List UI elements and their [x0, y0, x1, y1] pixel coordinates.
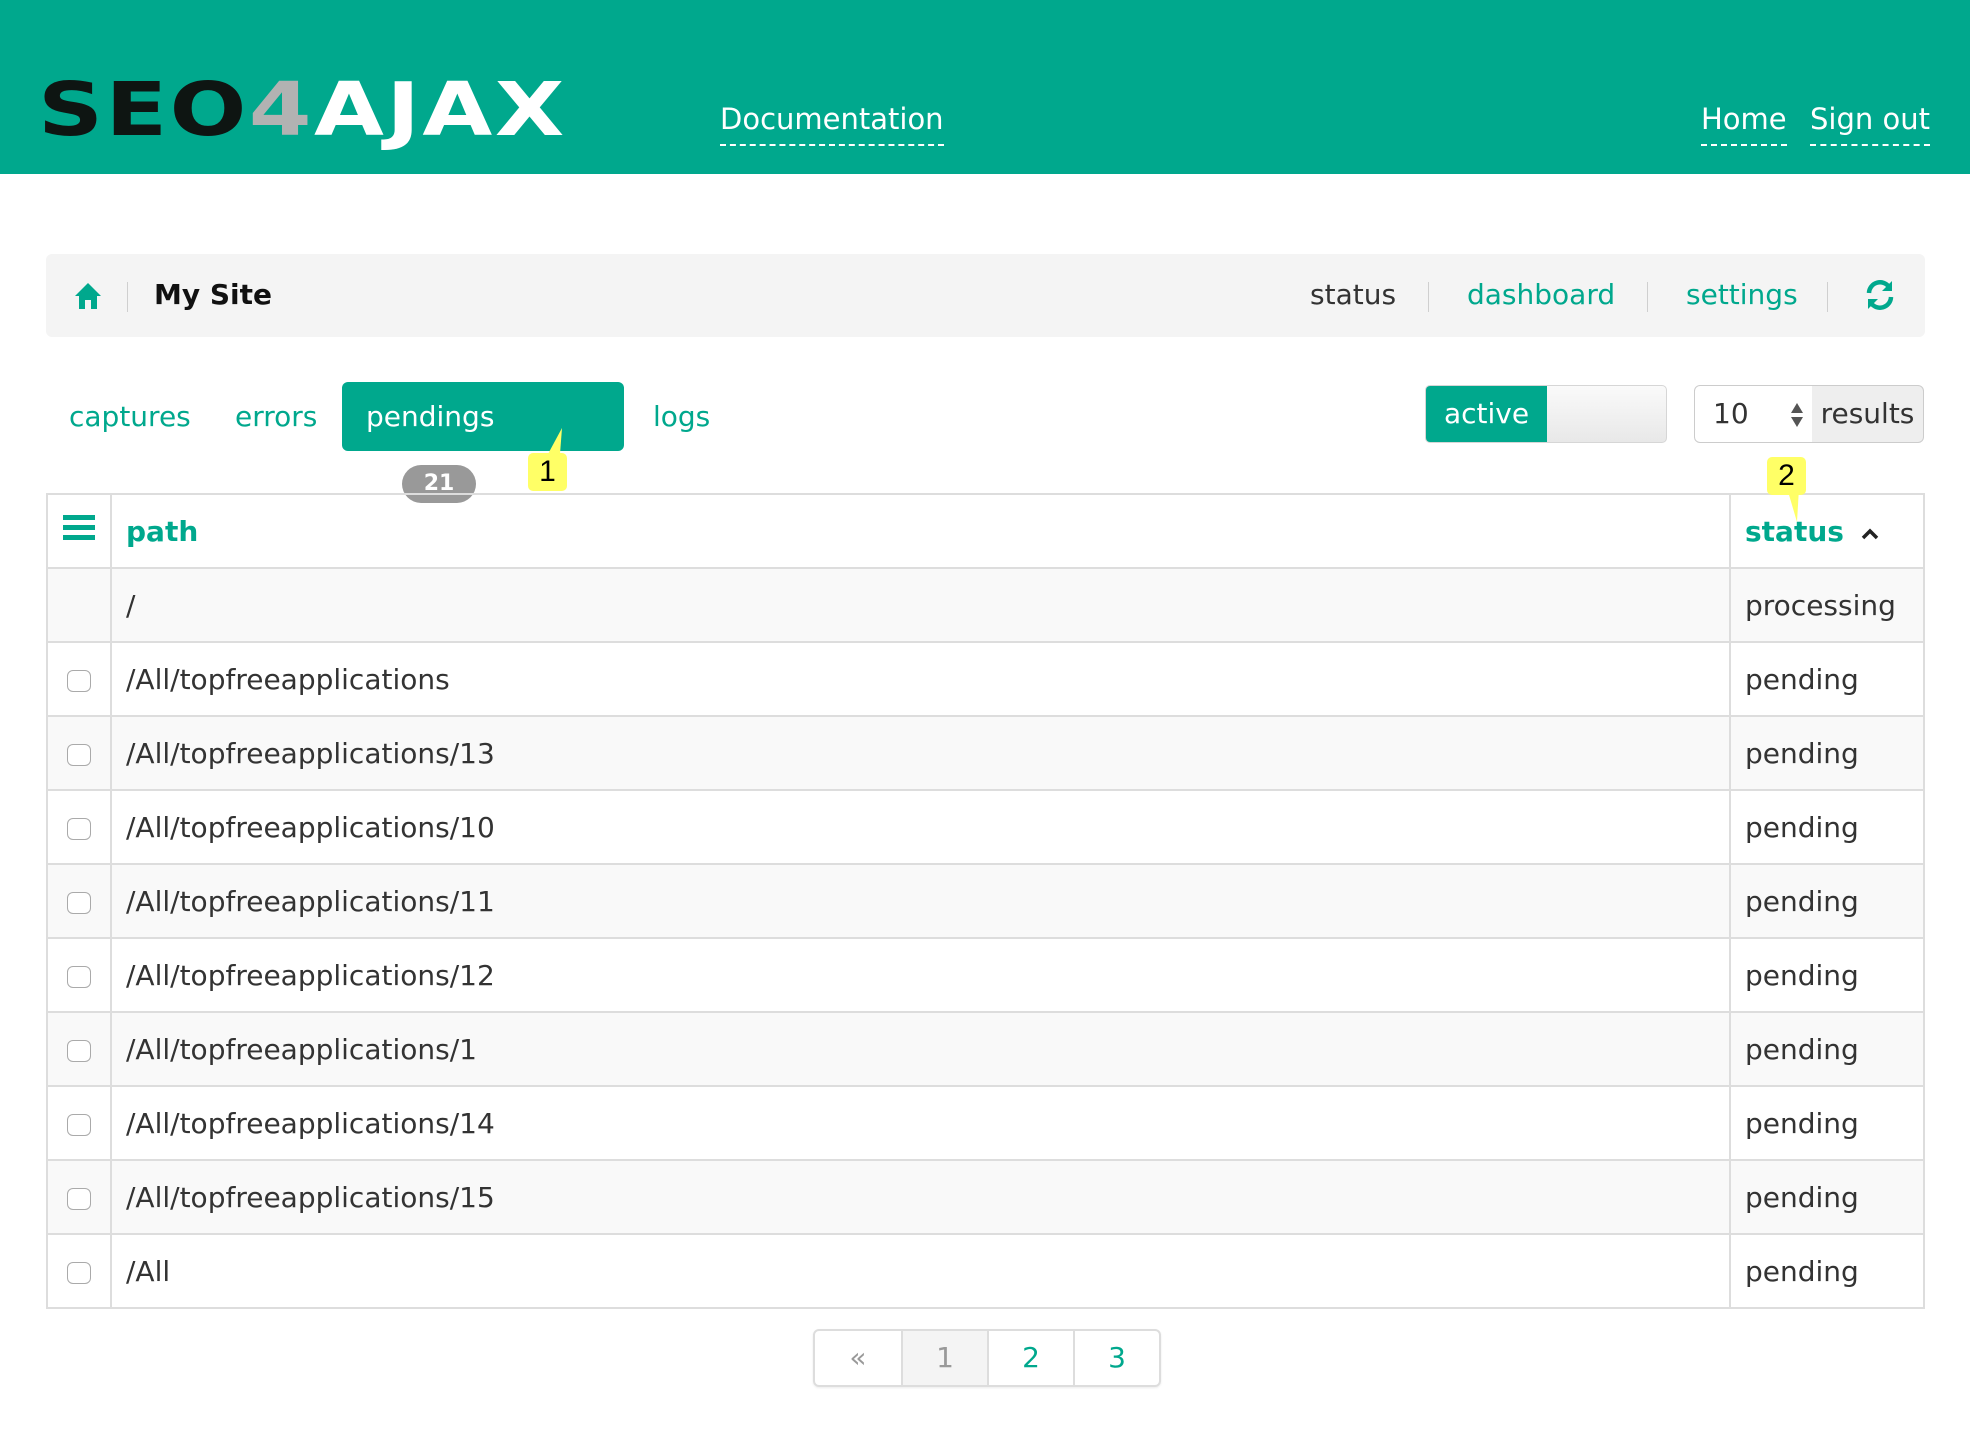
spinner-arrows-icon[interactable] [1790, 402, 1804, 428]
logo-ajax: AJAX [314, 67, 567, 153]
row-checkbox[interactable] [67, 891, 91, 914]
table-row: /All/topfreeapplications/14 pending [46, 1085, 1925, 1161]
callout-2: 2 [1767, 457, 1806, 495]
nav-status[interactable]: status [1310, 276, 1396, 314]
table-row: /All/topfreeapplications/12 pending [46, 937, 1925, 1013]
pagination: « 1 2 3 [813, 1329, 1161, 1387]
chevron-up-icon [1861, 528, 1878, 539]
row-checkbox[interactable] [67, 965, 91, 988]
table-header-row: path status [46, 493, 1925, 569]
nav-settings[interactable]: settings [1686, 276, 1798, 314]
results-per-page-input[interactable]: 10 [1694, 385, 1813, 443]
table-row: / processing [46, 567, 1925, 643]
row-select-cell [46, 641, 112, 717]
results-label: results [1812, 385, 1924, 443]
menu-column-header[interactable] [46, 493, 112, 569]
table-row: /All/topfreeapplications/11 pending [46, 863, 1925, 939]
path-cell: / [110, 567, 1731, 643]
table-row: /All/topfreeapplications/10 pending [46, 789, 1925, 865]
table-row: /All/topfreeapplications/1 pending [46, 1011, 1925, 1087]
breadcrumb: My Site status dashboard settings [46, 254, 1925, 337]
status-cell: pending [1729, 789, 1925, 865]
row-checkbox[interactable] [67, 1039, 91, 1062]
home-link[interactable]: Home [1701, 102, 1787, 146]
logo-seo: SEO [38, 67, 249, 153]
site-name: My Site [154, 278, 273, 311]
path-cell: /All/topfreeapplications/15 [110, 1159, 1731, 1235]
pendings-table: path status / processing/All/topfreeappli… [46, 493, 1925, 1309]
path-cell: /All/topfreeapplications/10 [110, 789, 1731, 865]
status-cell: pending [1729, 1159, 1925, 1235]
row-select-cell [46, 1233, 112, 1309]
row-checkbox[interactable] [67, 1187, 91, 1210]
row-select-cell [46, 1159, 112, 1235]
row-select-cell [46, 715, 112, 791]
table-row: /All/topfreeapplications/13 pending [46, 715, 1925, 791]
pagination-prev[interactable]: « [815, 1331, 901, 1385]
sign-out-link[interactable]: Sign out [1810, 102, 1930, 146]
status-cell: pending [1729, 1085, 1925, 1161]
active-toggle-label: active [1426, 386, 1547, 442]
path-cell: /All/topfreeapplications/1 [110, 1011, 1731, 1087]
path-cell: /All/topfreeapplications/11 [110, 863, 1731, 939]
top-header: SEO 4 AJAX Documentation Home Sign out [0, 0, 1970, 174]
path-column-header[interactable]: path [110, 493, 1731, 569]
pagination-page-2[interactable]: 2 [987, 1331, 1073, 1385]
separator [1647, 282, 1648, 312]
row-select-cell [46, 1011, 112, 1087]
home-icon[interactable] [74, 282, 102, 320]
menu-icon[interactable] [63, 513, 95, 543]
status-cell: pending [1729, 937, 1925, 1013]
separator [1827, 282, 1828, 312]
row-select-cell [46, 1085, 112, 1161]
separator [1428, 282, 1429, 312]
results-per-page-value: 10 [1713, 397, 1749, 430]
status-cell: pending [1729, 641, 1925, 717]
tab-errors[interactable]: errors [235, 382, 317, 451]
documentation-link[interactable]: Documentation [720, 102, 944, 146]
logo-4: 4 [248, 67, 315, 153]
callout-1: 1 [528, 453, 567, 491]
row-checkbox[interactable] [67, 1261, 91, 1284]
tab-logs[interactable]: logs [653, 382, 710, 451]
pagination-page-1[interactable]: 1 [901, 1331, 987, 1385]
row-select-cell [46, 567, 112, 643]
seo4ajax-logo[interactable]: SEO 4 AJAX [38, 67, 567, 153]
status-cell: pending [1729, 1233, 1925, 1309]
refresh-icon[interactable] [1864, 278, 1896, 322]
status-cell: pending [1729, 863, 1925, 939]
row-checkbox[interactable] [67, 743, 91, 766]
status-cell: pending [1729, 1011, 1925, 1087]
status-column-header[interactable]: status [1729, 493, 1925, 569]
path-cell: /All/topfreeapplications/13 [110, 715, 1731, 791]
row-select-cell [46, 863, 112, 939]
tab-pendings-label: pendings [366, 400, 495, 433]
separator [127, 282, 128, 312]
active-toggle[interactable]: active [1425, 385, 1667, 443]
row-checkbox[interactable] [67, 669, 91, 692]
tab-captures[interactable]: captures [69, 382, 191, 451]
pagination-page-3[interactable]: 3 [1073, 1331, 1159, 1385]
row-checkbox[interactable] [67, 817, 91, 840]
path-cell: /All [110, 1233, 1731, 1309]
table-row: /All pending [46, 1233, 1925, 1309]
table-row: /All/topfreeapplications pending [46, 641, 1925, 717]
path-cell: /All/topfreeapplications/12 [110, 937, 1731, 1013]
row-select-cell [46, 937, 112, 1013]
path-cell: /All/topfreeapplications/14 [110, 1085, 1731, 1161]
table-row: /All/topfreeapplications/15 pending [46, 1159, 1925, 1235]
row-checkbox[interactable] [67, 1113, 91, 1136]
status-cell: processing [1729, 567, 1925, 643]
tab-pendings[interactable]: pendings21 [342, 382, 624, 503]
nav-dashboard[interactable]: dashboard [1467, 276, 1615, 314]
row-select-cell [46, 789, 112, 865]
status-cell: pending [1729, 715, 1925, 791]
path-cell: /All/topfreeapplications [110, 641, 1731, 717]
